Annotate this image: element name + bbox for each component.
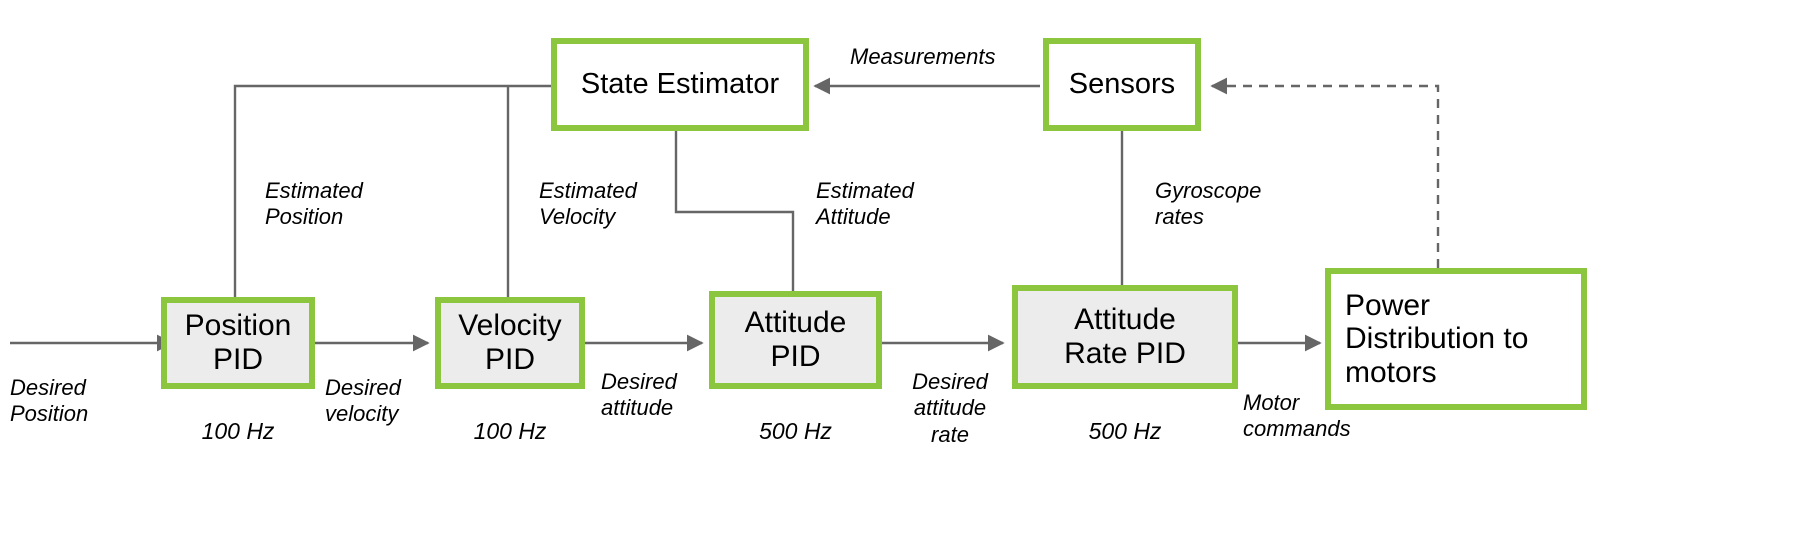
label-desired-position: Desired Position (10, 375, 89, 427)
node-velocity-pid-label: Velocity PID (458, 309, 562, 376)
label-gyroscope-rates: Gyroscope rates (1155, 178, 1262, 230)
node-state-estimator-label: State Estimator (580, 68, 780, 101)
node-sensors[interactable]: Sensors (1043, 38, 1201, 131)
block-diagram-canvas: State Estimator Sensors Position PID Vel… (0, 0, 1805, 533)
node-attitude-pid[interactable]: Attitude PID (709, 291, 882, 389)
node-sensors-label: Sensors (1068, 68, 1176, 101)
rate-attitude-rate-pid: 500 Hz (1088, 418, 1162, 444)
label-motor-commands: Motor commands (1243, 390, 1351, 442)
node-attitude-rate-pid[interactable]: Attitude Rate PID (1012, 285, 1238, 389)
label-estimated-velocity: Estimated Velocity (539, 178, 637, 230)
label-estimated-attitude: Estimated Attitude (816, 178, 914, 230)
rate-velocity-pid: 100 Hz (473, 418, 547, 444)
node-attitude-rate-pid-label: Attitude Rate PID (1064, 303, 1186, 370)
node-power-distribution-label: Power Distribution to motors (1345, 288, 1529, 389)
node-position-pid[interactable]: Position PID (161, 297, 315, 389)
rate-attitude-pid: 500 Hz (759, 418, 832, 444)
node-attitude-pid-label: Attitude PID (744, 306, 847, 373)
node-state-estimator[interactable]: State Estimator (551, 38, 809, 131)
wire-layer (10, 77, 1440, 352)
label-measurements: Measurements (850, 44, 996, 69)
label-desired-attitude: Desired attitude (601, 369, 677, 421)
wire-power-to-sensors-feedback (1210, 77, 1440, 268)
rate-position-pid: 100 Hz (201, 418, 275, 444)
label-estimated-position: Estimated Position (265, 178, 363, 230)
label-desired-velocity: Desired velocity (325, 375, 401, 427)
label-desired-attitude-rate: Desired attitude rate (912, 369, 988, 447)
node-velocity-pid[interactable]: Velocity PID (435, 297, 585, 389)
node-power-distribution[interactable]: Power Distribution to motors (1325, 268, 1587, 410)
node-position-pid-label: Position PID (184, 309, 292, 376)
